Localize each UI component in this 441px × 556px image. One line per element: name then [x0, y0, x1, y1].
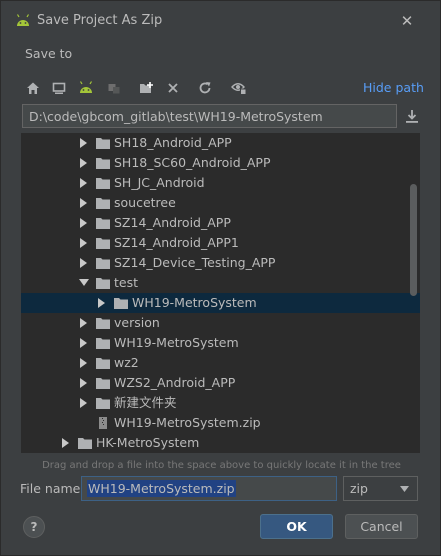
module-icon[interactable]	[104, 78, 124, 98]
tree-folder-item[interactable]: SZ14_Android_APP	[21, 213, 420, 233]
folder-icon	[96, 338, 110, 349]
folder-icon	[96, 398, 110, 409]
expand-right-icon[interactable]	[79, 358, 89, 368]
folder-icon	[96, 278, 110, 289]
tree-folder-item[interactable]: SH18_Android_APP	[21, 133, 420, 153]
window-title: Save Project As Zip	[37, 13, 163, 28]
save-to-label: Save to	[25, 46, 73, 61]
tree-item-label: WZS2_Android_APP	[114, 375, 236, 390]
chevron-down-icon	[400, 486, 409, 492]
delete-icon[interactable]	[163, 78, 183, 98]
expand-right-icon[interactable]	[79, 318, 89, 328]
folder-icon	[78, 438, 92, 449]
tree-file-item[interactable]: WH19-MetroSystem.zip	[21, 413, 420, 433]
tree-folder-item[interactable]: 新建文件夹	[21, 393, 420, 413]
home-icon[interactable]	[23, 78, 43, 98]
tree-item-label: version	[114, 315, 160, 330]
tree-folder-item[interactable]: WH19-MetroSystem	[21, 333, 420, 353]
show-hidden-icon[interactable]	[229, 78, 249, 98]
extension-value: zip	[350, 481, 368, 496]
zip-file-icon	[99, 417, 107, 429]
tree-folder-item[interactable]: SZ14_Device_Testing_APP	[21, 253, 420, 273]
tree-item-label: SZ14_Device_Testing_APP	[114, 255, 276, 270]
expand-down-icon[interactable]	[79, 278, 89, 288]
tree-item-label: SZ14_Android_APP1	[114, 235, 239, 250]
file-name-label: File name:	[20, 481, 85, 496]
tree-item-label: SZ14_Android_APP	[114, 215, 231, 230]
tree-item-label: HK-MetroSystem	[96, 435, 200, 450]
expand-right-icon[interactable]	[79, 398, 89, 408]
expand-right-icon[interactable]	[79, 258, 89, 268]
expand-right-icon[interactable]	[79, 218, 89, 228]
expand-right-icon[interactable]	[61, 438, 71, 448]
tree-folder-item[interactable]: HK-MetroSystem	[21, 433, 420, 453]
new-folder-icon[interactable]	[137, 78, 157, 98]
android-icon	[16, 14, 30, 26]
refresh-icon[interactable]	[195, 78, 215, 98]
title-bar: Save Project As Zip ✕	[1, 1, 441, 41]
tree-item-label: SH_JC_Android	[114, 175, 205, 190]
file-tree[interactable]: SH18_Android_APP SH18_SC60_Android_APP SH_…	[21, 133, 420, 453]
folder-icon	[96, 258, 110, 269]
drag-drop-hint: Drag and drop a file into the space abov…	[42, 460, 401, 471]
tree-folder-item[interactable]: SZ14_Android_APP1	[21, 233, 420, 253]
folder-icon	[114, 298, 128, 309]
tree-folder-item[interactable]: soucetree	[21, 193, 420, 213]
tree-folder-item[interactable]: SH_JC_Android	[21, 173, 420, 193]
tree-folder-item[interactable]: version	[21, 313, 420, 333]
tree-folder-item[interactable]: SH18_SC60_Android_APP	[21, 153, 420, 173]
tree-item-label: soucetree	[114, 195, 176, 210]
tree-item-label: wz2	[114, 355, 139, 370]
expand-right-icon[interactable]	[79, 158, 89, 168]
ok-button[interactable]: OK	[260, 514, 333, 539]
path-input[interactable]	[22, 104, 397, 128]
folder-icon	[96, 218, 110, 229]
expand-right-icon[interactable]	[79, 178, 89, 188]
folder-icon	[96, 178, 110, 189]
expand-right-icon[interactable]	[79, 338, 89, 348]
tree-item-label: WH19-MetroSystem.zip	[114, 415, 261, 430]
folder-icon	[96, 318, 110, 329]
file-name-value: WH19-MetroSystem.zip	[87, 480, 236, 497]
tree-folder-item[interactable]: WZS2_Android_APP	[21, 373, 420, 393]
tree-item-label: WH19-MetroSystem	[114, 335, 239, 350]
tree-item-label: SH18_Android_APP	[114, 135, 232, 150]
download-icon[interactable]	[404, 108, 420, 124]
file-name-input[interactable]: WH19-MetroSystem.zip	[81, 476, 337, 501]
tree-folder-item[interactable]: wz2	[21, 353, 420, 373]
cancel-button[interactable]: Cancel	[345, 514, 418, 539]
tree-folder-item[interactable]: WH19-MetroSystem	[21, 293, 420, 313]
expand-right-icon[interactable]	[79, 198, 89, 208]
folder-icon	[96, 198, 110, 209]
tree-scrollbar[interactable]	[410, 184, 417, 296]
folder-icon	[96, 238, 110, 249]
tree-item-label: SH18_SC60_Android_APP	[114, 155, 271, 170]
android-icon[interactable]	[76, 78, 96, 98]
desktop-icon[interactable]	[49, 78, 69, 98]
folder-icon	[96, 158, 110, 169]
save-project-dialog: Save Project As Zip ✕ Save to Hide path	[0, 0, 441, 556]
folder-icon	[96, 358, 110, 369]
close-icon[interactable]: ✕	[399, 13, 415, 29]
help-button[interactable]: ?	[23, 516, 45, 538]
expand-right-icon[interactable]	[97, 298, 107, 308]
hide-path-link[interactable]: Hide path	[363, 80, 424, 95]
expand-right-icon[interactable]	[79, 138, 89, 148]
extension-select[interactable]: zip	[343, 476, 418, 501]
folder-icon	[96, 378, 110, 389]
tree-item-label: test	[114, 275, 139, 290]
tree-item-label: WH19-MetroSystem	[132, 295, 257, 310]
folder-icon	[96, 138, 110, 149]
tree-item-label: 新建文件夹	[114, 395, 177, 410]
expand-right-icon[interactable]	[79, 378, 89, 388]
expand-right-icon[interactable]	[79, 238, 89, 248]
tree-folder-item[interactable]: test	[21, 273, 420, 293]
